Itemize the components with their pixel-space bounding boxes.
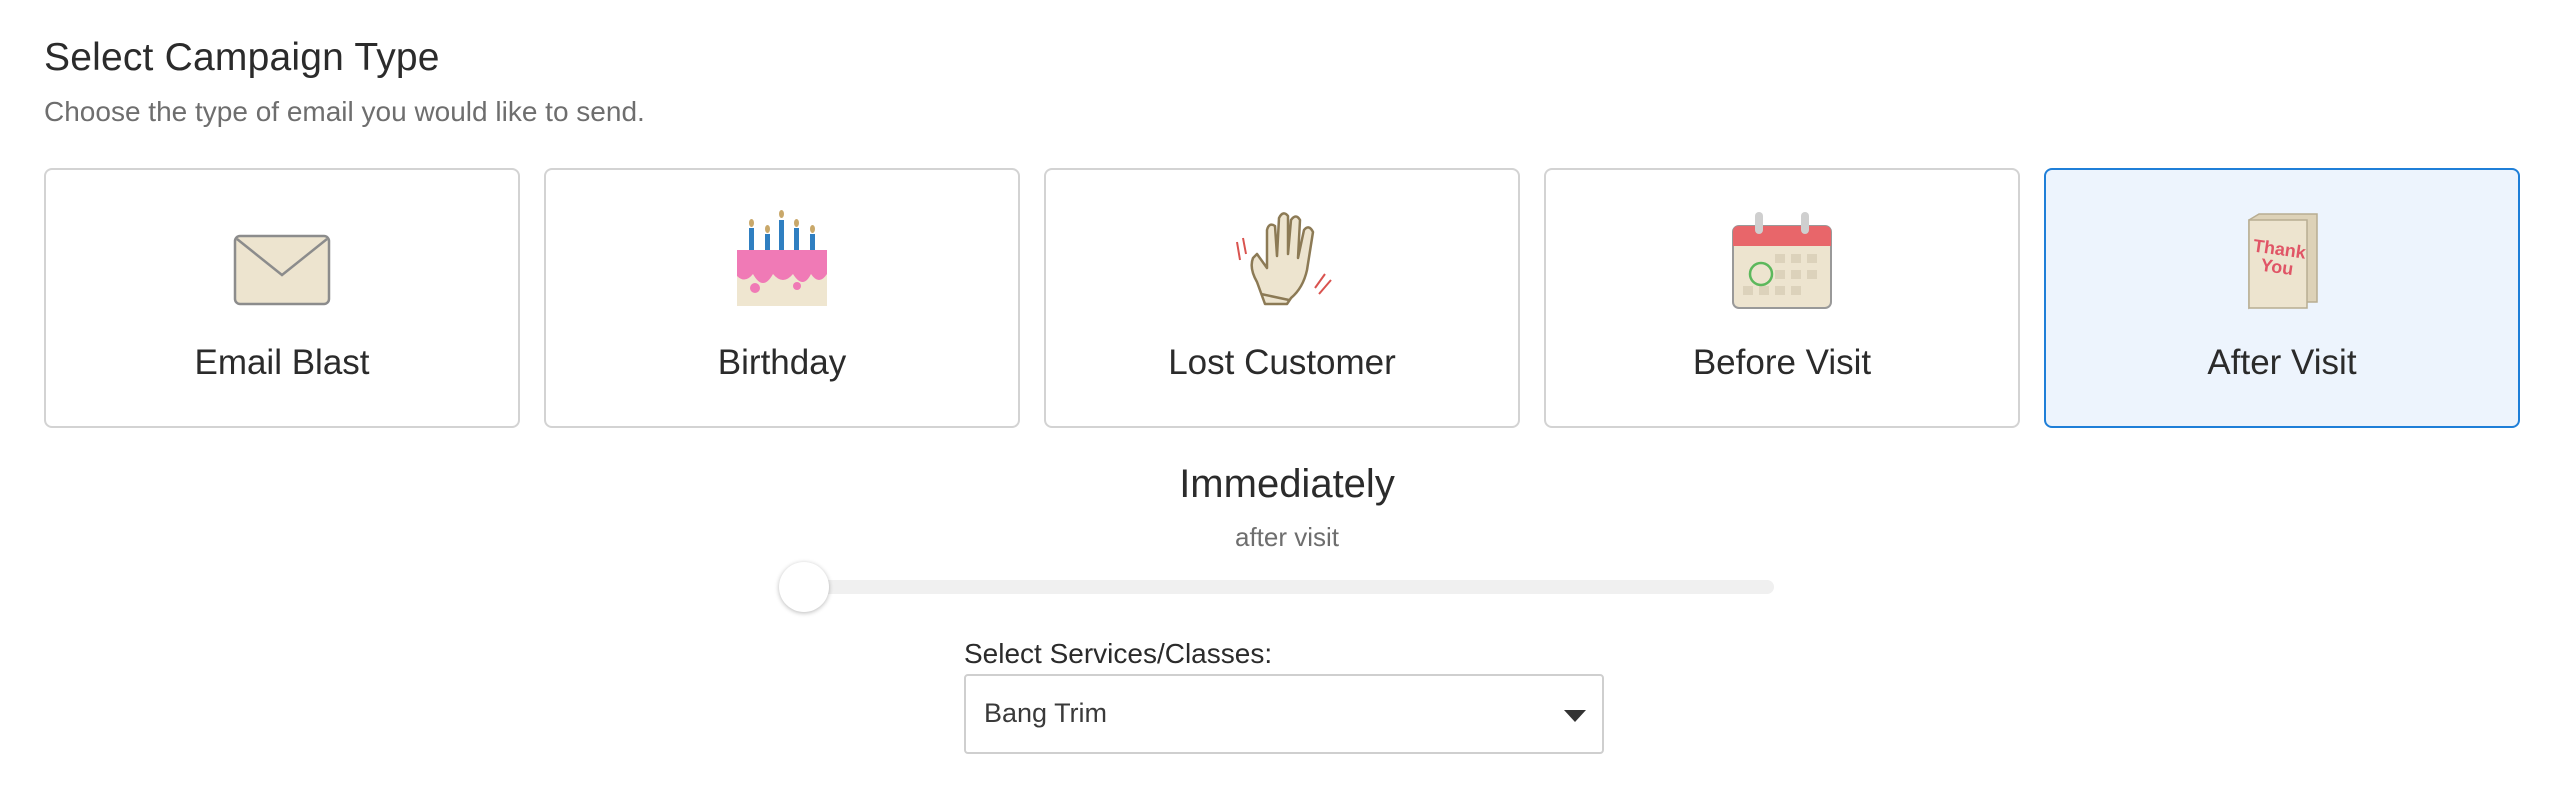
services-label: Select Services/Classes:	[964, 638, 1273, 669]
page-title: Select Campaign Type	[44, 36, 440, 79]
services-select[interactable]: Bang Trim	[964, 674, 1604, 754]
calendar-icon	[1727, 208, 1837, 312]
campaign-card-lost-customer[interactable]: Lost Customer	[1044, 168, 1520, 428]
slider-track[interactable]	[804, 580, 1774, 594]
timing-slider[interactable]	[779, 562, 1774, 612]
envelope-icon	[227, 208, 337, 312]
campaign-type-page: Select Campaign Type Choose the type of …	[0, 0, 2574, 800]
caret-down-icon	[1564, 710, 1586, 722]
campaign-type-cards: Email Blast Birthday Lost Customer Befor…	[44, 168, 2520, 428]
campaign-card-label: Birthday	[717, 343, 847, 382]
campaign-card-label: Email Blast	[194, 343, 370, 382]
campaign-card-label: After Visit	[2207, 343, 2357, 382]
birthday-cake-icon	[727, 208, 837, 312]
campaign-card-after-visit[interactable]: ThankYou After Visit	[2044, 168, 2520, 428]
campaign-card-birthday[interactable]: Birthday	[544, 168, 1020, 428]
campaign-card-email-blast[interactable]: Email Blast	[44, 168, 520, 428]
campaign-card-before-visit[interactable]: Before Visit	[1544, 168, 2020, 428]
waving-hand-icon	[1227, 208, 1337, 312]
campaign-card-label: Before Visit	[1692, 343, 1872, 382]
timing-subtext: after visit	[1234, 522, 1340, 552]
services-selected-value: Bang Trim	[984, 698, 1108, 728]
campaign-card-label: Lost Customer	[1168, 343, 1396, 382]
thank-you-card-icon: ThankYou	[2227, 208, 2337, 312]
page-subtitle: Choose the type of email you would like …	[44, 96, 645, 127]
slider-thumb[interactable]	[779, 562, 829, 612]
timing-value: Immediately	[1179, 462, 1395, 506]
